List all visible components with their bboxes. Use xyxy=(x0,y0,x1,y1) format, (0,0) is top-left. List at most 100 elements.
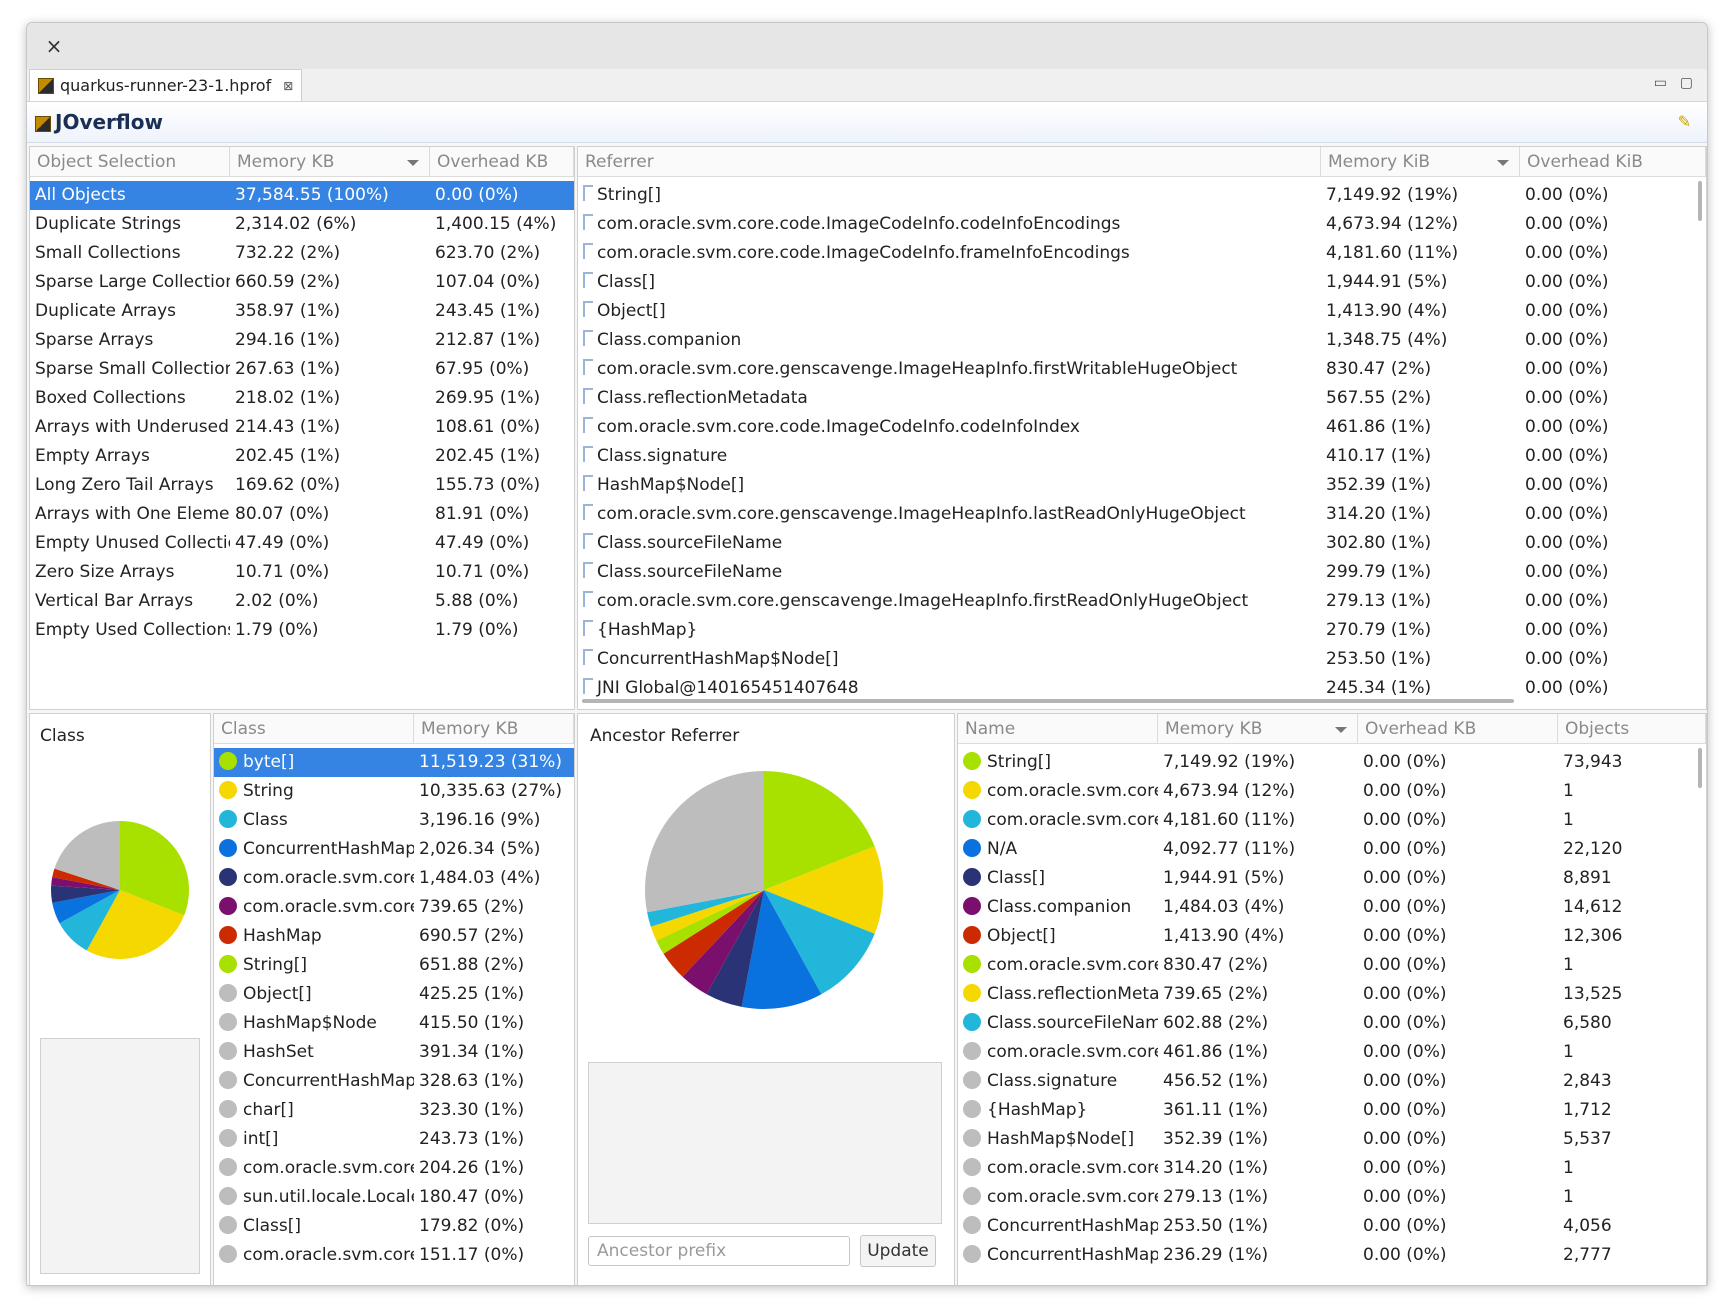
name-row[interactable]: Class.sourceFileName 602.88 (2%) 0.00 (0%)… xyxy=(958,1009,1706,1038)
editor-tab[interactable]: quarkus-runner-23-1.hprof ⊠ xyxy=(29,69,303,101)
name-row[interactable]: N/A 4,092.77 (11%) 0.00 (0%) 22,120 xyxy=(958,835,1706,864)
class-row[interactable]: int[] 243.73 (1%) xyxy=(214,1125,574,1154)
object-selection-row[interactable]: Sparse Small Collections 267.63 (1%) 67.95… xyxy=(30,355,574,384)
object-selection-row[interactable]: Sparse Large Collections 660.59 (2%) 107.0… xyxy=(30,268,574,297)
class-row[interactable]: String[] 651.88 (2%) xyxy=(214,951,574,980)
class-row[interactable]: HashSet 391.34 (1%) xyxy=(214,1038,574,1067)
referrer-header[interactable]: Referrer xyxy=(578,147,1321,177)
name-row[interactable]: Class.signature 456.52 (1%) 0.00 (0%) 2,843 xyxy=(958,1067,1706,1096)
referrer-row[interactable]: com.oracle.svm.core.code.ImageCodeInfo.f… xyxy=(578,239,1706,268)
object-memory-header[interactable]: Memory KB xyxy=(230,147,430,177)
referrer-row[interactable]: Class[] 1,944.91 (5%) 0.00 (0%) xyxy=(578,268,1706,297)
name-row[interactable]: Class.reflectionMetadata739.65 (2%) 0.00 … xyxy=(958,980,1706,1009)
name-overhead-header[interactable]: Overhead KB xyxy=(1358,714,1558,744)
object-selection-row[interactable]: Arrays with One Element 80.07 (0%) 81.91 (… xyxy=(30,500,574,529)
object-selection-row[interactable]: Small Collections 732.22 (2%) 623.70 (2%) xyxy=(30,239,574,268)
name-objects-header[interactable]: Objects xyxy=(1558,714,1706,744)
name-header[interactable]: Name xyxy=(958,714,1158,744)
class-row[interactable]: Class 3,196.16 (9%) xyxy=(214,806,574,835)
referrer-row[interactable]: com.oracle.svm.core.code.ImageCodeInfo.c… xyxy=(578,413,1706,442)
maximize-icon[interactable]: ▢ xyxy=(1680,75,1693,91)
referrer-horizontal-scrollbar[interactable] xyxy=(582,699,1514,703)
name-row[interactable]: Class.companion 1,484.03 (4%) 0.00 (0%) 14,… xyxy=(958,893,1706,922)
class-row[interactable]: char[] 323.30 (1%) xyxy=(214,1096,574,1125)
object-selection-row[interactable]: Duplicate Strings 2,314.02 (6%) 1,400.15 (… xyxy=(30,210,574,239)
class-header[interactable]: Class xyxy=(214,714,414,744)
referrer-overhead-cell: 0.00 (0%) xyxy=(1520,558,1700,587)
window-close-button[interactable]: × xyxy=(41,33,67,59)
name-row[interactable]: com.oracle.svm.core.genscavenge.ImageHea… xyxy=(958,1183,1706,1212)
object-selection-row[interactable]: Vertical Bar Arrays 2.02 (0%) 5.88 (0%) xyxy=(30,587,574,616)
name-row[interactable]: com.oracle.svm.core.code.ImageCodeInfo.f… xyxy=(958,806,1706,835)
minimize-icon[interactable]: ▭ xyxy=(1654,75,1667,91)
class-row[interactable]: Object[] 425.25 (1%) xyxy=(214,980,574,1009)
class-row[interactable]: sun.util.locale.LocaleObjectCache180.47 … xyxy=(214,1183,574,1212)
object-selection-row[interactable]: Sparse Arrays 294.16 (1%) 212.87 (1%) xyxy=(30,326,574,355)
referrer-row[interactable]: com.oracle.svm.core.code.ImageCodeInfo.c… xyxy=(578,210,1706,239)
pie-slice[interactable] xyxy=(645,771,764,913)
name-row[interactable]: com.oracle.svm.core.code.ImageCodeInfo.c… xyxy=(958,1038,1706,1067)
referrer-overhead-header[interactable]: Overhead KiB xyxy=(1520,147,1706,177)
referrer-row[interactable]: com.oracle.svm.core.genscavenge.ImageHea… xyxy=(578,500,1706,529)
ancestor-pie-chart[interactable] xyxy=(644,770,884,1010)
referrer-memory-header[interactable]: Memory KiB xyxy=(1321,147,1520,177)
class-memory-header[interactable]: Memory KB xyxy=(414,714,574,744)
referrer-vertical-scrollbar[interactable] xyxy=(1698,181,1702,221)
object-selection-row[interactable]: Boxed Collections 218.02 (1%) 269.95 (1%) xyxy=(30,384,574,413)
class-row[interactable]: Class[] 179.82 (0%) xyxy=(214,1212,574,1241)
class-memory-cell-text: 425.25 (1%) xyxy=(419,984,525,1004)
ancestor-prefix-input[interactable] xyxy=(588,1236,850,1266)
object-selection-row[interactable]: Empty Used Collections 1.79 (0%) 1.79 (0%) xyxy=(30,616,574,645)
object-selection-row[interactable]: Duplicate Arrays 358.97 (1%) 243.45 (1%) xyxy=(30,297,574,326)
tab-close-icon[interactable]: ⊠ xyxy=(283,79,293,93)
name-row[interactable]: ConcurrentHashMap$Node236.29 (1%) 0.00 (0… xyxy=(958,1241,1706,1270)
object-selection-row[interactable]: Long Zero Tail Arrays 169.62 (0%) 155.73 (… xyxy=(30,471,574,500)
name-row[interactable]: String[] 7,149.92 (19%) 0.00 (0%) 73,943 xyxy=(958,748,1706,777)
referrer-row[interactable]: ConcurrentHashMap$Node[] 253.50 (1%) 0.00 … xyxy=(578,645,1706,674)
object-selection-row[interactable]: Empty Unused Collections47.49 (0%)47.49 … xyxy=(30,529,574,558)
object-selection-row[interactable]: Empty Arrays 202.45 (1%) 202.45 (1%) xyxy=(30,442,574,471)
referrer-row[interactable]: Class.signature 410.17 (1%) 0.00 (0%) xyxy=(578,442,1706,471)
referrer-row[interactable]: Class.sourceFileName 302.80 (1%) 0.00 (0%) xyxy=(578,529,1706,558)
class-row[interactable]: HashMap$Node 415.50 (1%) xyxy=(214,1009,574,1038)
name-row[interactable]: com.oracle.svm.core.genscavenge.ImageHea… xyxy=(958,1154,1706,1183)
referrer-row[interactable]: String[] 7,149.92 (19%) 0.00 (0%) xyxy=(578,181,1706,210)
object-selection-row[interactable]: All Objects 37,584.55 (100%) 0.00 (0%) xyxy=(30,181,574,210)
referrer-row[interactable]: Class.sourceFileName 299.79 (1%) 0.00 (0%) xyxy=(578,558,1706,587)
update-button[interactable]: Update xyxy=(860,1235,936,1267)
referrer-row[interactable]: HashMap$Node[] 352.39 (1%) 0.00 (0%) xyxy=(578,471,1706,500)
name-row[interactable]: com.oracle.svm.core.genscavenge.ImageHea… xyxy=(958,951,1706,980)
class-row[interactable]: byte[] 11,519.23 (31%) xyxy=(214,748,574,777)
pin-icon[interactable]: ✎ xyxy=(1678,112,1691,131)
class-row[interactable]: ConcurrentHashMap$Node[]328.63 (1%) xyxy=(214,1067,574,1096)
object-overhead-header[interactable]: Overhead KB xyxy=(430,147,574,177)
object-selection-row[interactable]: Zero Size Arrays 10.71 (0%) 10.71 (0%) xyxy=(30,558,574,587)
name-memory-cell: 461.86 (1%) xyxy=(1158,1038,1358,1067)
name-memory-cell: 279.13 (1%) xyxy=(1158,1183,1358,1212)
name-row[interactable]: Class[] 1,944.91 (5%) 0.00 (0%) 8,891 xyxy=(958,864,1706,893)
class-row[interactable]: com.oracle.svm.core.hub.DynamicHubCompan… xyxy=(214,864,574,893)
class-row[interactable]: ConcurrentHashMap$Node2,026.34 (5%) xyxy=(214,835,574,864)
name-row[interactable]: Object[] 1,413.90 (4%) 0.00 (0%) 12,306 xyxy=(958,922,1706,951)
class-pie-chart[interactable] xyxy=(50,820,190,960)
name-row[interactable]: ConcurrentHashMap$Node[]253.50 (1%) 0.00 … xyxy=(958,1212,1706,1241)
referrer-row[interactable]: Object[] 1,413.90 (4%) 0.00 (0%) xyxy=(578,297,1706,326)
name-row[interactable]: com.oracle.svm.core.code.ImageCodeInfo.c… xyxy=(958,777,1706,806)
referrer-row[interactable]: Class.reflectionMetadata 567.55 (2%) 0.00 … xyxy=(578,384,1706,413)
name-memory-header[interactable]: Memory KB xyxy=(1158,714,1358,744)
class-row[interactable]: HashMap 690.57 (2%) xyxy=(214,922,574,951)
referrer-row[interactable]: com.oracle.svm.core.genscavenge.ImageHea… xyxy=(578,355,1706,384)
referrer-row[interactable]: com.oracle.svm.core.genscavenge.ImageHea… xyxy=(578,587,1706,616)
name-objects-cell: 1 xyxy=(1558,951,1698,980)
class-row[interactable]: com.oracle.svm.core.hub.DynamicHub204.26… xyxy=(214,1154,574,1183)
class-row[interactable]: com.oracle.svm.core.code.CodeInfo151.17 … xyxy=(214,1241,574,1270)
name-row[interactable]: HashMap$Node[] 352.39 (1%) 0.00 (0%) 5,537 xyxy=(958,1125,1706,1154)
referrer-row[interactable]: Class.companion 1,348.75 (4%) 0.00 (0%) xyxy=(578,326,1706,355)
name-vertical-scrollbar[interactable] xyxy=(1698,748,1702,788)
object-selection-row[interactable]: Arrays with Underused Elements214.43 (1%… xyxy=(30,413,574,442)
name-row[interactable]: {HashMap} 361.11 (1%) 0.00 (0%) 1,712 xyxy=(958,1096,1706,1125)
class-row[interactable]: com.oracle.svm.core.reflect.ReflectionMe… xyxy=(214,893,574,922)
object-selection-header[interactable]: Object Selection xyxy=(30,147,230,177)
class-row[interactable]: String 10,335.63 (27%) xyxy=(214,777,574,806)
referrer-row[interactable]: {HashMap} 270.79 (1%) 0.00 (0%) xyxy=(578,616,1706,645)
